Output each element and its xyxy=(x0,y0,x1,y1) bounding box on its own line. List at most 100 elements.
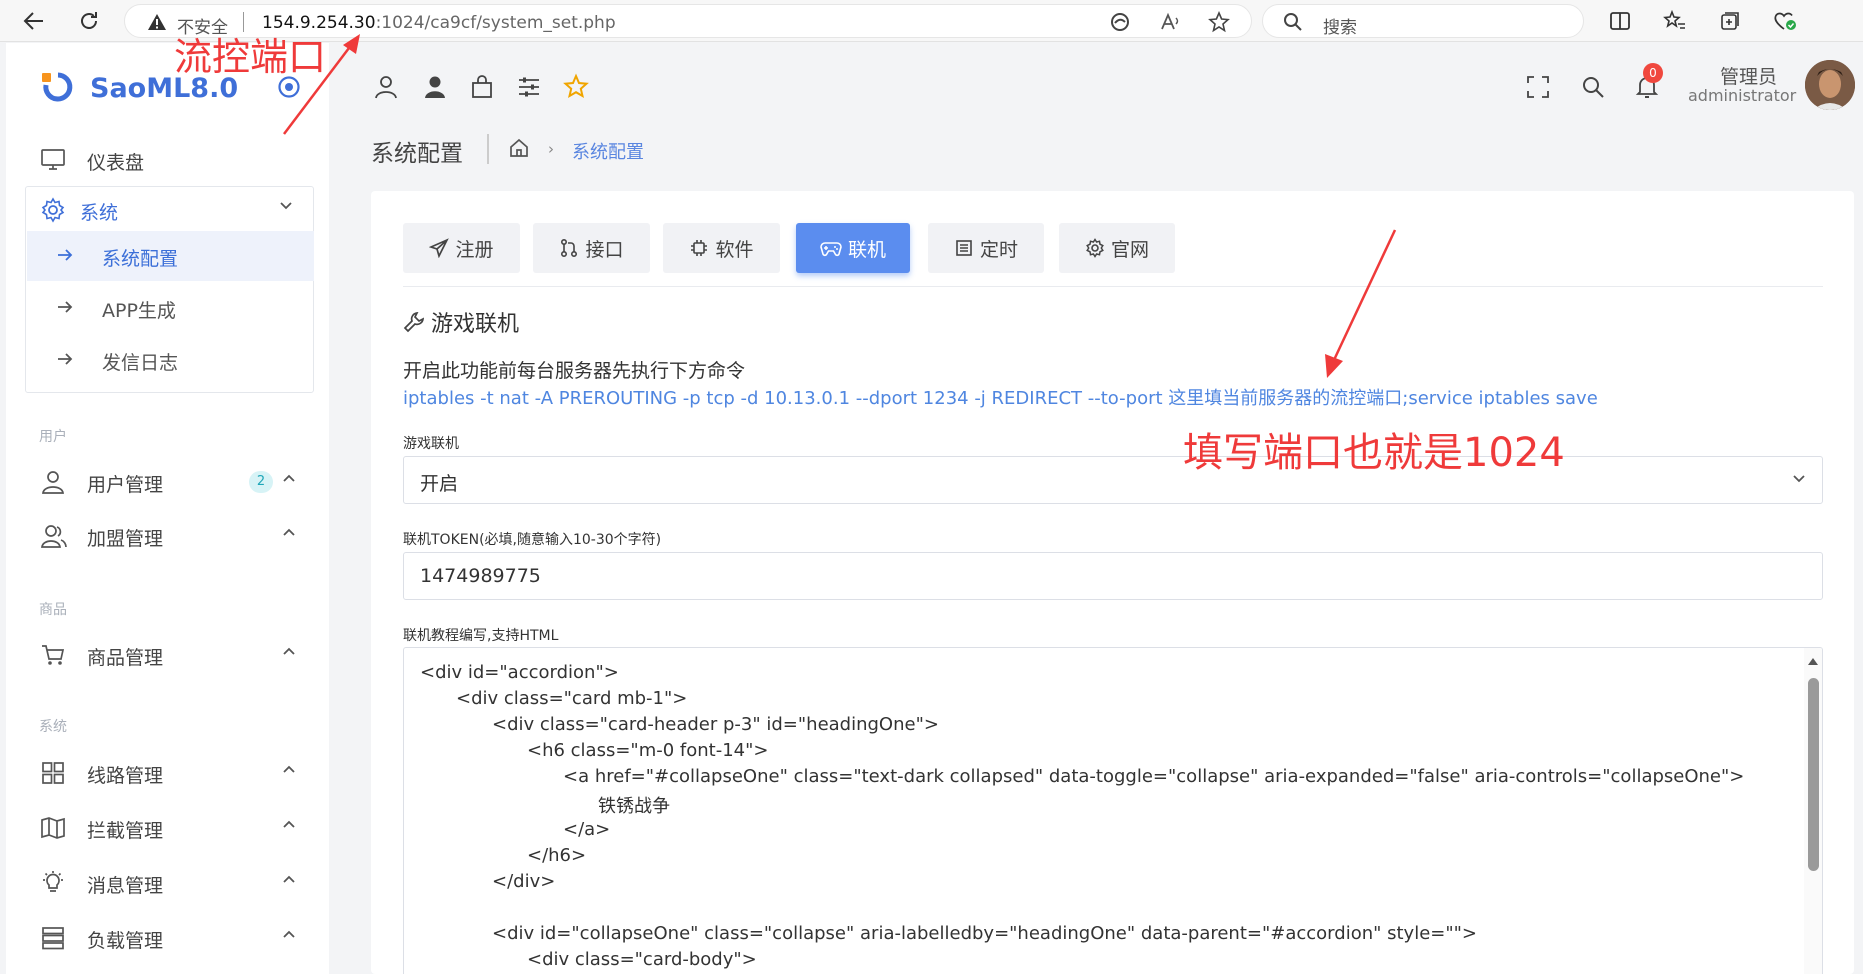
paper-plane-icon xyxy=(429,238,450,258)
game-online-select[interactable]: 开启 xyxy=(403,456,1823,504)
header-star-icon[interactable] xyxy=(561,72,591,102)
sidebar-item-franchise-management[interactable]: 加盟管理 xyxy=(6,513,329,557)
sidebar-item-goods-management[interactable]: 商品管理 xyxy=(6,632,329,676)
section-title-system: 系统 xyxy=(39,719,67,735)
brand-logo-icon xyxy=(40,71,76,107)
users-icon xyxy=(40,523,68,549)
grid-icon xyxy=(40,760,66,786)
search-icon xyxy=(1283,12,1303,32)
settings-card: 注册 接口 软件 联机 定时 官网 游戏联机 开启此功能前每台服务器先执行下方命… xyxy=(371,191,1854,974)
header-user-icon[interactable] xyxy=(371,72,401,102)
back-button[interactable] xyxy=(20,8,48,34)
chevron-up-icon xyxy=(282,929,296,939)
tab-online[interactable]: 联机 xyxy=(796,223,910,273)
scroll-thumb[interactable] xyxy=(1808,678,1819,871)
read-aloud-icon[interactable] xyxy=(1159,11,1183,33)
textarea-scrollbar[interactable] xyxy=(1804,648,1822,974)
sidebar-item-label: 用户管理 xyxy=(87,474,164,496)
header-bag-icon[interactable] xyxy=(467,72,497,102)
split-screen-icon[interactable] xyxy=(1606,8,1634,34)
arrow-right-icon xyxy=(57,352,73,366)
token-label: 联机TOKEN(必填,随意输入10-30个字符) xyxy=(403,532,662,548)
home-icon[interactable] xyxy=(508,137,530,159)
arrow-right-icon xyxy=(57,248,73,262)
reload-icon xyxy=(81,12,97,29)
search-placeholder: 搜索 xyxy=(1323,18,1357,38)
code-line: <div class="card mb-1"> xyxy=(456,688,688,709)
token-input[interactable]: 1474989775 xyxy=(403,552,1823,600)
setup-hint: 开启此功能前每台服务器先执行下方命令 xyxy=(403,360,746,382)
search-bar[interactable]: 搜索 xyxy=(1262,4,1584,38)
user-count-badge: 2 xyxy=(249,471,273,493)
sidebar-item-label: 线路管理 xyxy=(87,765,164,787)
git-pull-request-icon xyxy=(561,238,578,258)
arrow-right-icon xyxy=(57,300,73,314)
favorites-list-icon[interactable] xyxy=(1661,8,1689,34)
header-search-icon[interactable] xyxy=(1578,72,1608,102)
tab-software[interactable]: 软件 xyxy=(663,223,780,273)
browser-essentials-icon[interactable] xyxy=(1771,8,1799,34)
server-icon xyxy=(40,925,66,951)
token-value: 1474989775 xyxy=(420,565,541,587)
tab-register[interactable]: 注册 xyxy=(403,223,520,273)
favorite-star-icon[interactable] xyxy=(1207,11,1231,33)
chevron-down-icon xyxy=(279,201,293,211)
tab-schedule[interactable]: 定时 xyxy=(928,223,1044,273)
scroll-up-arrow-icon[interactable] xyxy=(1808,658,1818,665)
collections-icon[interactable] xyxy=(1716,8,1744,34)
code-line: </a> xyxy=(563,819,611,840)
header-user-filled-icon[interactable] xyxy=(420,72,450,102)
sidebar-item-label: 系统 xyxy=(80,202,119,224)
code-line: <div id="accordion"> xyxy=(420,662,619,683)
tutorial-label: 联机教程编写,支持HTML xyxy=(403,628,559,644)
sidebar-item-message-management[interactable]: 消息管理 xyxy=(6,860,329,904)
code-line: </h6> xyxy=(527,845,587,866)
sidebar-item-intercept-management[interactable]: 拦截管理 xyxy=(6,805,329,849)
cart-icon xyxy=(40,642,66,668)
chevron-up-icon xyxy=(282,527,296,537)
sidebar-subitem-app-build[interactable]: APP生成 xyxy=(27,283,314,333)
code-line: </div> xyxy=(492,871,556,892)
edge-refresh-icon[interactable] xyxy=(1108,11,1132,33)
warning-icon xyxy=(147,13,167,31)
code-line: <h6 class="m-0 font-14"> xyxy=(527,740,769,761)
sidebar-item-user-management[interactable]: 用户管理 2 xyxy=(6,459,329,503)
breadcrumb-divider xyxy=(487,134,489,164)
sidebar-subitem-label: 发信日志 xyxy=(102,352,179,374)
sidebar-item-system[interactable]: 系统 xyxy=(26,187,313,231)
gear-icon xyxy=(40,197,66,223)
sidebar-subitem-system-config[interactable]: 系统配置 xyxy=(27,231,314,281)
breadcrumb-current[interactable]: 系统配置 xyxy=(572,138,644,164)
sidebar-item-label: 消息管理 xyxy=(87,875,164,897)
code-line: <div id="collapseOne" class="collapse" a… xyxy=(492,923,1477,944)
chevron-up-icon xyxy=(282,874,296,884)
sidebar-subitem-send-log[interactable]: 发信日志 xyxy=(27,335,314,385)
sidebar-subitem-label: APP生成 xyxy=(102,300,176,322)
tab-api[interactable]: 接口 xyxy=(533,223,650,273)
reload-button[interactable] xyxy=(75,8,103,34)
monitor-icon xyxy=(40,147,66,171)
code-line: <a href="#collapseOne" class="text-dark … xyxy=(563,766,1745,787)
iptables-command: iptables -t nat -A PREROUTING -p tcp -d … xyxy=(403,388,1598,409)
sidebar-item-route-management[interactable]: 线路管理 xyxy=(6,750,329,794)
sidebar-item-label: 负载管理 xyxy=(87,930,164,952)
tab-website[interactable]: 官网 xyxy=(1059,223,1175,273)
chevron-up-icon xyxy=(282,646,296,656)
sidebar-item-load-management[interactable]: 负载管理 xyxy=(6,915,329,959)
avatar[interactable] xyxy=(1805,60,1855,110)
sidebar-item-label: 商品管理 xyxy=(87,647,164,669)
wrench-icon xyxy=(403,311,425,333)
chip-icon xyxy=(691,240,708,256)
header-sliders-icon[interactable] xyxy=(514,72,544,102)
sidebar-item-label: 仪表盘 xyxy=(87,152,145,174)
breadcrumb-chevron-icon: › xyxy=(548,140,554,158)
game-online-value: 开启 xyxy=(420,473,459,495)
fullscreen-icon[interactable] xyxy=(1523,72,1553,102)
chevron-up-icon xyxy=(282,764,296,774)
sidebar-item-dashboard[interactable]: 仪表盘 xyxy=(6,137,329,181)
page-title: 系统配置 xyxy=(371,141,463,167)
gamepad-icon xyxy=(820,242,842,257)
chevron-up-icon xyxy=(282,819,296,829)
tutorial-textarea[interactable]: <div id="accordion"> <div class="card mb… xyxy=(403,647,1823,974)
back-arrow-icon xyxy=(23,12,43,30)
